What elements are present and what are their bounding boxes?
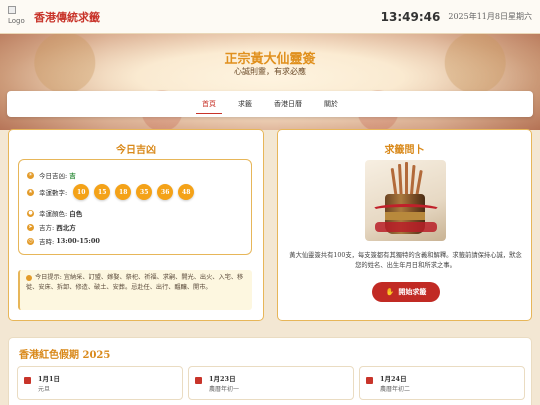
holiday-name: 農曆年初二	[380, 386, 411, 393]
lucky-number-ball: 36	[157, 184, 174, 200]
nav-item-draw-lots[interactable]: 求籤	[230, 91, 260, 117]
direction-value: 西北方	[56, 224, 76, 232]
direction-label: 吉方:	[39, 224, 55, 232]
daily-fortune-title: 今日吉凶	[116, 145, 156, 156]
holiday-date: 1月23日	[209, 375, 236, 383]
compass-icon: ➤	[27, 223, 34, 231]
holidays-title: 香港紅色假期 2025	[19, 350, 111, 361]
logo-alt-text: Logo	[8, 16, 25, 25]
lucky-hour-label: 吉時:	[39, 238, 55, 246]
current-date: 2025年11月8日星期六	[448, 12, 532, 21]
holiday-card: 1月1日 元旦	[17, 366, 183, 400]
hero-title: 正宗黃大仙靈簽	[224, 52, 316, 67]
sun-icon: ☀	[27, 171, 34, 179]
luck-value: 吉	[69, 172, 76, 180]
hand-icon: ✋	[385, 289, 395, 296]
start-draw-button[interactable]: ✋ 開始求籤	[372, 282, 440, 302]
nav-item-about[interactable]: 關於	[316, 91, 346, 117]
holiday-date: 1月1日	[38, 375, 61, 383]
palette-icon: ●	[27, 209, 34, 217]
lucky-numbers-row: ★ 幸運數字: 10 15 18 35 36 48	[27, 184, 195, 200]
calendar-icon	[24, 377, 31, 384]
lucky-color-label: 幸運顏色:	[39, 210, 68, 218]
lucky-number-ball: 15	[94, 184, 111, 200]
draw-lots-title: 求籤問卜	[384, 145, 425, 156]
daily-fortune-card: 今日吉凶 ☀ 今日吉凶: 吉 ★ 幸運數字: 10 15 18 35 36 48…	[8, 129, 264, 321]
direction-row: ➤ 吉方: 西北方	[27, 222, 76, 232]
broken-image-icon	[8, 5, 16, 14]
clock-icon: ◷	[27, 237, 34, 245]
logo[interactable]: Logo	[8, 5, 28, 28]
site-title[interactable]: 香港傳統求籤	[34, 9, 100, 25]
draw-lots-card: 求籤問卜 黃大仙靈簽共有100支，每支簽都有其獨特的含義和解釋。求籤前請保持心誠…	[277, 129, 532, 321]
info-icon	[26, 274, 32, 281]
holiday-name: 農曆年初一	[209, 386, 240, 393]
hero-subtitle: 心誠則靈，有求必應	[234, 67, 306, 76]
calendar-icon	[195, 377, 202, 384]
lucky-numbers: 10 15 18 35 36 48	[73, 184, 195, 200]
luck-label: 今日吉凶:	[39, 172, 68, 180]
top-bar: Logo 香港傳統求籤 13:49:46 2025年11月8日星期六	[0, 0, 540, 34]
holiday-date: 1月24日	[380, 375, 407, 383]
nav-item-calendar[interactable]: 香港日曆	[266, 91, 310, 117]
draw-lots-description: 黃大仙靈簽共有100支，每支簽都有其獨特的含義和解釋。求籤前請保持心誠，默念您的…	[289, 252, 522, 269]
lucky-hour-row: ◷ 吉時: 13:00-15:00	[27, 236, 100, 246]
luck-row: ☀ 今日吉凶: 吉	[27, 170, 76, 180]
lucky-number-ball: 18	[115, 184, 132, 200]
calendar-icon	[366, 377, 373, 384]
start-draw-label: 開始求籤	[398, 289, 427, 296]
holiday-card: 1月24日 農曆年初二	[359, 366, 525, 400]
lucky-number-ball: 35	[136, 184, 153, 200]
star-icon: ★	[27, 188, 34, 196]
fortune-details: ☀ 今日吉凶: 吉 ★ 幸運數字: 10 15 18 35 36 48 ● 幸運…	[18, 159, 252, 255]
lucky-hour-value: 13:00-15:00	[56, 237, 100, 245]
fortune-sticks-image	[365, 160, 446, 241]
holiday-name: 元旦	[38, 386, 51, 393]
current-time: 13:49:46	[380, 9, 441, 24]
main-nav: 首頁 求籤 香港日曆 關於	[7, 91, 533, 117]
holiday-card: 1月23日 農曆年初一	[188, 366, 354, 400]
lucky-numbers-label: 幸運數字:	[39, 189, 68, 197]
lucky-number-ball: 10	[73, 184, 90, 200]
lucky-color-value: 白色	[69, 210, 83, 218]
lucky-number-ball: 48	[178, 184, 195, 200]
lucky-color-row: ● 幸運顏色: 白色	[27, 208, 82, 218]
holidays-section: 香港紅色假期 2025 1月1日 元旦 1月23日 農曆年初一 1月24日 農曆…	[8, 337, 532, 405]
daily-tip-text: 今日提示: 宜納采、訂盟、嫁娶、祭祀、祈福、求嗣、開光、出火、入宅、移徙、安床、…	[26, 274, 244, 291]
nav-item-home[interactable]: 首頁	[194, 91, 224, 117]
daily-tip: 今日提示: 宜納采、訂盟、嫁娶、祭祀、祈福、求嗣、開光、出火、入宅、移徙、安床、…	[18, 270, 252, 310]
